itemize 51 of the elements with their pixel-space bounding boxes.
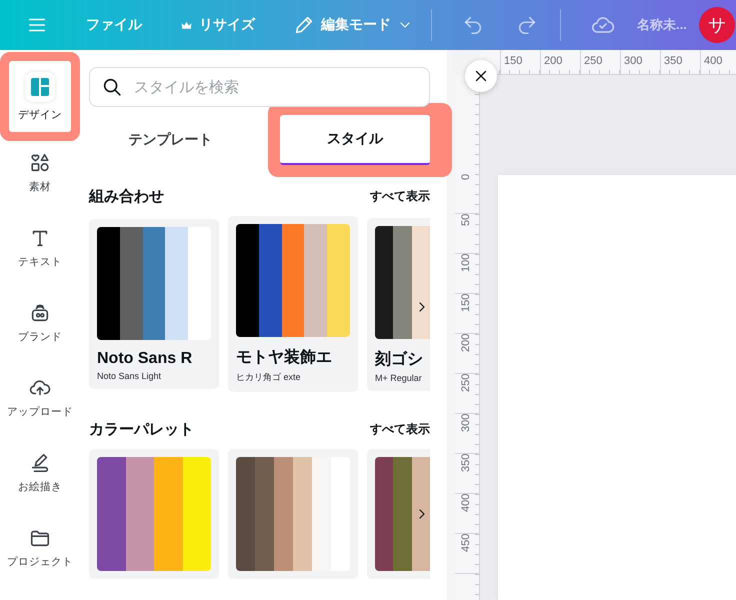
style-card[interactable]: Noto Sans R Noto Sans Light (89, 219, 219, 389)
tab[interactable]: スタイル (280, 115, 430, 165)
ruler-label: 350 (455, 454, 479, 494)
ruler-label: 150 (500, 50, 540, 74)
font-heading: 刻ゴシ (375, 349, 424, 370)
tab[interactable]: テンプレート (89, 115, 252, 165)
palette-card[interactable] (367, 449, 430, 579)
shapes-icon (29, 152, 51, 174)
style-card[interactable]: モトヤ装飾エ ヒカリ角ゴ exte (228, 216, 358, 392)
sidebar-item[interactable]: テキスト (0, 212, 80, 283)
brand-kit-icon (29, 302, 51, 324)
section-title: 組み合わせ (89, 187, 164, 206)
sidebar-item[interactable]: お絵描き (0, 437, 80, 508)
ruler-label: 250 (580, 50, 620, 74)
see-all-link[interactable]: すべて表示 (370, 421, 430, 438)
ruler-label: 200 (540, 50, 580, 74)
sidebar-item[interactable]: ブランド (0, 287, 80, 358)
ruler-label: 150 (455, 294, 479, 334)
font-heading: Noto Sans R (97, 350, 194, 368)
font-heading: モトヤ装飾エ (236, 348, 333, 368)
style-card[interactable]: 刻ゴシ M+ Regular (367, 218, 430, 390)
ruler-label: 250 (455, 374, 479, 414)
user-avatar[interactable]: サ (698, 7, 735, 43)
ruler-label: 400 (455, 494, 479, 534)
ruler-label: 100 (455, 254, 479, 294)
section-title: カラーパレット (89, 420, 194, 439)
ruler-label: 0 (455, 174, 479, 214)
sidebar-item[interactable]: 素材 (0, 137, 80, 208)
search-field[interactable]: スタイルを検索 (89, 67, 430, 107)
undo-icon (462, 14, 484, 36)
sidebar-item[interactable]: アップロード (0, 362, 80, 433)
font-subheading: ヒカリ角ゴ exte (236, 371, 302, 384)
palette-card[interactable] (228, 449, 358, 579)
ruler-label: 300 (455, 414, 479, 454)
ruler-label: 400 (700, 50, 736, 74)
sidebar-item[interactable]: デザイン (9, 61, 71, 132)
font-subheading: M+ Regular (375, 372, 423, 382)
ruler-label: 350 (660, 50, 700, 74)
see-all-link[interactable]: すべて表示 (370, 188, 430, 205)
sidebar-item[interactable]: プロジェクト (0, 512, 80, 583)
ruler-label: 200 (455, 334, 479, 374)
palette-card[interactable] (89, 449, 219, 579)
layout-icon (25, 72, 55, 102)
pencil-icon (293, 14, 315, 36)
redo-icon (516, 14, 538, 36)
ruler-label: 50 (455, 214, 479, 254)
ruler-label: 300 (620, 50, 660, 74)
search-icon (101, 76, 123, 98)
font-subheading: Noto Sans Light (97, 371, 162, 381)
pen-icon (29, 452, 51, 474)
ruler-label: 450 (455, 534, 479, 574)
